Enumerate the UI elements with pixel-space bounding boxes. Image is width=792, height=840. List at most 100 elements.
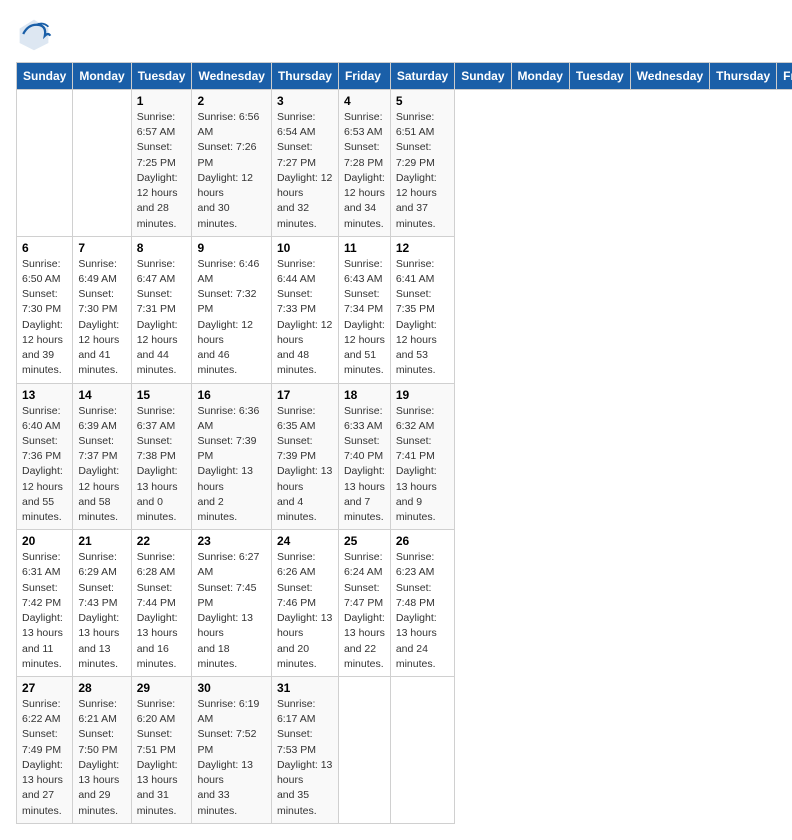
calendar-cell: 28 Sunrise: 6:21 AM Sunset: 7:50 PM Dayli… (73, 677, 131, 824)
calendar-cell: 24Sunrise: 6:26 AM Sunset: 7:46 PM Dayli… (271, 530, 338, 677)
column-header-sunday: Sunday (17, 63, 73, 90)
calendar-cell: 1Sunrise: 6:57 AM Sunset: 7:25 PM Daylig… (131, 90, 192, 237)
day-info: Sunrise: 6:33 AM Sunset: 7:40 PM Dayligh… (344, 404, 385, 526)
calendar-cell: 3 Sunrise: 6:54 AM Sunset: 7:27 PM Daylig… (271, 90, 338, 237)
calendar-cell: 15 Sunrise: 6:37 AM Sunset: 7:38 PM Dayli… (131, 383, 192, 530)
day-info: Sunrise: 6:46 AM Sunset: 7:32 PM Dayligh… (197, 257, 265, 379)
column-header-friday: Friday (777, 63, 792, 90)
day-info: Sunrise: 6:56 AM Sunset: 7:26 PM Dayligh… (197, 110, 265, 232)
column-header-sunday: Sunday (455, 63, 511, 90)
calendar-cell: 26Sunrise: 6:23 AM Sunset: 7:48 PM Dayli… (390, 530, 454, 677)
calendar-cell: 11Sunrise: 6:43 AM Sunset: 7:34 PM Dayli… (338, 236, 390, 383)
day-number: 24 (277, 534, 333, 548)
day-info: Sunrise: 6:49 AM Sunset: 7:30 PM Dayligh… (78, 257, 125, 379)
calendar-cell: 31 Sunrise: 6:17 AM Sunset: 7:53 PM Dayli… (271, 677, 338, 824)
calendar-cell (17, 90, 73, 237)
day-info: Sunrise: 6:27 AM Sunset: 7:45 PM Dayligh… (197, 550, 265, 672)
calendar-cell: 19 Sunrise: 6:32 AM Sunset: 7:41 PM Dayli… (390, 383, 454, 530)
calendar-week-3: 13 Sunrise: 6:40 AM Sunset: 7:36 PM Dayli… (17, 383, 792, 530)
day-info: Sunrise: 6:19 AM Sunset: 7:52 PM Dayligh… (197, 697, 265, 819)
day-number: 19 (396, 388, 449, 402)
column-header-saturday: Saturday (390, 63, 454, 90)
calendar-cell: 14Sunrise: 6:39 AM Sunset: 7:37 PM Dayli… (73, 383, 131, 530)
calendar-cell (338, 677, 390, 824)
day-info: Sunrise: 6:29 AM Sunset: 7:43 PM Dayligh… (78, 550, 125, 672)
calendar-week-5: 27 Sunrise: 6:22 AM Sunset: 7:49 PM Dayli… (17, 677, 792, 824)
day-number: 9 (197, 241, 265, 255)
calendar-cell: 27 Sunrise: 6:22 AM Sunset: 7:49 PM Dayli… (17, 677, 73, 824)
day-number: 6 (22, 241, 67, 255)
day-number: 15 (137, 388, 187, 402)
day-number: 27 (22, 681, 67, 695)
calendar-cell: 10 Sunrise: 6:44 AM Sunset: 7:33 PM Dayli… (271, 236, 338, 383)
day-info: Sunrise: 6:53 AM Sunset: 7:28 PM Dayligh… (344, 110, 385, 232)
day-number: 14 (78, 388, 125, 402)
day-number: 2 (197, 94, 265, 108)
calendar-cell: 12 Sunrise: 6:41 AM Sunset: 7:35 PM Dayli… (390, 236, 454, 383)
day-number: 3 (277, 94, 333, 108)
day-number: 10 (277, 241, 333, 255)
calendar-cell: 23 Sunrise: 6:27 AM Sunset: 7:45 PM Dayli… (192, 530, 271, 677)
calendar-cell: 5 Sunrise: 6:51 AM Sunset: 7:29 PM Daylig… (390, 90, 454, 237)
calendar-cell: 4 Sunrise: 6:53 AM Sunset: 7:28 PM Daylig… (338, 90, 390, 237)
day-info: Sunrise: 6:43 AM Sunset: 7:34 PM Dayligh… (344, 257, 385, 379)
day-info: Sunrise: 6:41 AM Sunset: 7:35 PM Dayligh… (396, 257, 449, 379)
calendar-cell: 16 Sunrise: 6:36 AM Sunset: 7:39 PM Dayli… (192, 383, 271, 530)
day-number: 16 (197, 388, 265, 402)
day-number: 26 (396, 534, 449, 548)
day-number: 13 (22, 388, 67, 402)
day-number: 29 (137, 681, 187, 695)
day-number: 30 (197, 681, 265, 695)
day-number: 23 (197, 534, 265, 548)
day-number: 8 (137, 241, 187, 255)
calendar-cell (73, 90, 131, 237)
page-header (16, 16, 776, 52)
calendar-cell: 9 Sunrise: 6:46 AM Sunset: 7:32 PM Daylig… (192, 236, 271, 383)
column-header-monday: Monday (511, 63, 569, 90)
calendar-cell: 6Sunrise: 6:50 AM Sunset: 7:30 PM Daylig… (17, 236, 73, 383)
day-info: Sunrise: 6:17 AM Sunset: 7:53 PM Dayligh… (277, 697, 333, 819)
day-info: Sunrise: 6:32 AM Sunset: 7:41 PM Dayligh… (396, 404, 449, 526)
day-number: 20 (22, 534, 67, 548)
logo (16, 16, 56, 52)
calendar-cell (390, 677, 454, 824)
day-info: Sunrise: 6:36 AM Sunset: 7:39 PM Dayligh… (197, 404, 265, 526)
column-header-wednesday: Wednesday (630, 63, 709, 90)
column-header-friday: Friday (338, 63, 390, 90)
calendar-cell: 17Sunrise: 6:35 AM Sunset: 7:39 PM Dayli… (271, 383, 338, 530)
day-number: 31 (277, 681, 333, 695)
calendar-cell: 25 Sunrise: 6:24 AM Sunset: 7:47 PM Dayli… (338, 530, 390, 677)
day-number: 17 (277, 388, 333, 402)
day-info: Sunrise: 6:28 AM Sunset: 7:44 PM Dayligh… (137, 550, 187, 672)
day-info: Sunrise: 6:21 AM Sunset: 7:50 PM Dayligh… (78, 697, 125, 819)
day-number: 12 (396, 241, 449, 255)
calendar-cell: 21 Sunrise: 6:29 AM Sunset: 7:43 PM Dayli… (73, 530, 131, 677)
day-info: Sunrise: 6:54 AM Sunset: 7:27 PM Dayligh… (277, 110, 333, 232)
day-info: Sunrise: 6:24 AM Sunset: 7:47 PM Dayligh… (344, 550, 385, 672)
day-info: Sunrise: 6:57 AM Sunset: 7:25 PM Dayligh… (137, 110, 187, 232)
calendar-cell: 18 Sunrise: 6:33 AM Sunset: 7:40 PM Dayli… (338, 383, 390, 530)
day-info: Sunrise: 6:51 AM Sunset: 7:29 PM Dayligh… (396, 110, 449, 232)
calendar-cell: 20Sunrise: 6:31 AM Sunset: 7:42 PM Dayli… (17, 530, 73, 677)
day-number: 7 (78, 241, 125, 255)
day-number: 21 (78, 534, 125, 548)
day-number: 22 (137, 534, 187, 548)
day-number: 28 (78, 681, 125, 695)
day-number: 4 (344, 94, 385, 108)
calendar-week-1: 1Sunrise: 6:57 AM Sunset: 7:25 PM Daylig… (17, 90, 792, 237)
column-header-tuesday: Tuesday (131, 63, 192, 90)
day-number: 5 (396, 94, 449, 108)
calendar-cell: 29Sunrise: 6:20 AM Sunset: 7:51 PM Dayli… (131, 677, 192, 824)
day-number: 18 (344, 388, 385, 402)
day-info: Sunrise: 6:22 AM Sunset: 7:49 PM Dayligh… (22, 697, 67, 819)
calendar-week-4: 20Sunrise: 6:31 AM Sunset: 7:42 PM Dayli… (17, 530, 792, 677)
day-info: Sunrise: 6:40 AM Sunset: 7:36 PM Dayligh… (22, 404, 67, 526)
day-info: Sunrise: 6:37 AM Sunset: 7:38 PM Dayligh… (137, 404, 187, 526)
calendar-cell: 13 Sunrise: 6:40 AM Sunset: 7:36 PM Dayli… (17, 383, 73, 530)
day-number: 25 (344, 534, 385, 548)
column-header-monday: Monday (73, 63, 131, 90)
calendar-cell: 22 Sunrise: 6:28 AM Sunset: 7:44 PM Dayli… (131, 530, 192, 677)
column-header-wednesday: Wednesday (192, 63, 271, 90)
day-info: Sunrise: 6:44 AM Sunset: 7:33 PM Dayligh… (277, 257, 333, 379)
day-info: Sunrise: 6:47 AM Sunset: 7:31 PM Dayligh… (137, 257, 187, 379)
